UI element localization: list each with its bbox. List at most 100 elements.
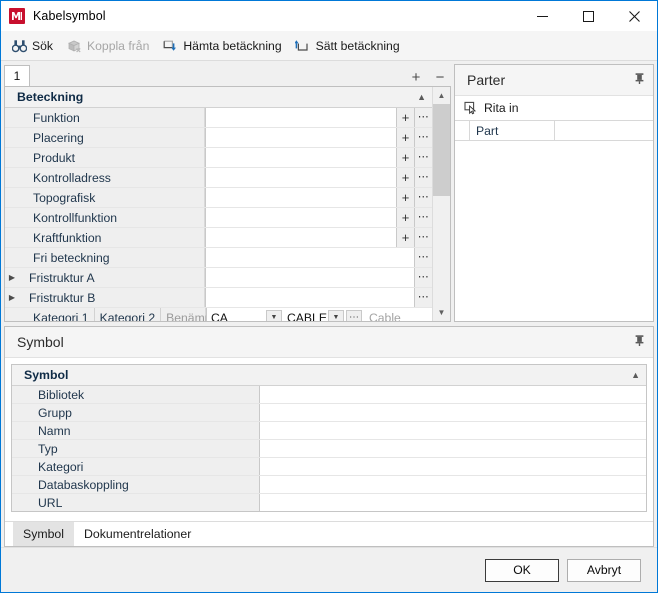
row-browse-button[interactable]: ⋯ [414, 248, 432, 267]
table-row[interactable]: Typ [12, 440, 646, 458]
designation-group-header[interactable]: Beteckning ▲ [5, 87, 432, 108]
toolbar-button-disconnect[interactable]: Koppla från [62, 34, 156, 57]
row-value-cell[interactable]: ⋯ [205, 268, 432, 287]
scroll-down-icon[interactable]: ▼ [433, 304, 450, 321]
category2-combobox[interactable]: CABLE ▼ ⋯ [283, 308, 363, 321]
expand-arrow-icon[interactable]: ▶ [5, 288, 19, 307]
row-browse-button[interactable]: ⋯ [414, 168, 432, 187]
ok-button[interactable]: OK [485, 558, 559, 582]
row-input[interactable] [206, 108, 396, 127]
row-browse-button[interactable]: ⋯ [414, 208, 432, 227]
pin-icon[interactable] [634, 73, 645, 88]
row-add-button[interactable]: + [396, 188, 414, 207]
chevron-down-icon[interactable]: ▼ [266, 310, 282, 321]
symbol-group-header[interactable]: Symbol ▲ [12, 365, 646, 386]
row-browse-button[interactable]: ⋯ [414, 268, 432, 287]
table-row[interactable]: Kontrollfunktion + ⋯ [5, 208, 432, 228]
minimize-button[interactable] [519, 1, 565, 31]
row-input[interactable] [206, 268, 414, 287]
parter-draw-button[interactable]: Rita in [484, 101, 519, 115]
table-row[interactable]: Grupp [12, 404, 646, 422]
row-browse-button[interactable]: ⋯ [414, 108, 432, 127]
table-row[interactable]: ▶ Fristruktur B ⋯ [5, 288, 432, 308]
row-input[interactable] [206, 188, 396, 207]
table-row[interactable]: Kategori [12, 458, 646, 476]
row-browse-button[interactable]: ⋯ [414, 188, 432, 207]
row-add-button[interactable]: + [396, 148, 414, 167]
row-value-cell[interactable]: + ⋯ [205, 128, 432, 147]
remove-designation-button[interactable]: − [433, 70, 447, 85]
designation-tab-1[interactable]: 1 [4, 65, 30, 86]
designation-pane: 1 + − Beteckning ▲ Funktion + ⋯ Placerin… [4, 64, 451, 322]
close-button[interactable] [611, 1, 657, 31]
pin-icon[interactable] [634, 335, 645, 350]
scrollbar-track[interactable] [433, 104, 450, 304]
parter-column-part[interactable]: Part [470, 121, 555, 140]
toolbar-button-search[interactable]: Sök [7, 34, 60, 57]
category1-combobox[interactable]: CA ▼ [207, 308, 283, 321]
row-value-cell[interactable]: + ⋯ [205, 228, 432, 247]
table-row[interactable]: ▶ Fristruktur A ⋯ [5, 268, 432, 288]
row-input[interactable] [260, 440, 646, 457]
tab-dokumentrelationer[interactable]: Dokumentrelationer [74, 522, 201, 546]
table-row[interactable]: Databaskoppling [12, 476, 646, 494]
chevron-up-icon[interactable]: ▲ [417, 92, 426, 102]
category2-browse-button[interactable]: ⋯ [345, 310, 362, 321]
row-input[interactable] [260, 476, 646, 493]
row-browse-button[interactable]: ⋯ [414, 128, 432, 147]
row-add-button[interactable]: + [396, 208, 414, 227]
table-row[interactable]: Funktion + ⋯ [5, 108, 432, 128]
table-row[interactable]: Fri beteckning ⋯ [5, 248, 432, 268]
cancel-button[interactable]: Avbryt [567, 558, 641, 582]
table-row[interactable]: Kontrolladress + ⋯ [5, 168, 432, 188]
row-input[interactable] [260, 386, 646, 403]
table-row[interactable]: Kraftfunktion + ⋯ [5, 228, 432, 248]
maximize-button[interactable] [565, 1, 611, 31]
parter-table-body[interactable] [455, 141, 653, 321]
expand-arrow-icon[interactable]: ▶ [5, 268, 19, 287]
row-add-button[interactable]: + [396, 108, 414, 127]
row-value-cell[interactable]: + ⋯ [205, 148, 432, 167]
row-input[interactable] [260, 458, 646, 475]
add-designation-button[interactable]: + [409, 70, 423, 85]
row-input[interactable] [206, 288, 414, 307]
scroll-up-icon[interactable]: ▲ [433, 87, 450, 104]
row-value-cell[interactable]: + ⋯ [205, 108, 432, 127]
table-row[interactable]: Bibliotek [12, 386, 646, 404]
row-browse-button[interactable]: ⋯ [414, 148, 432, 167]
row-value-cell[interactable]: + ⋯ [205, 208, 432, 227]
row-input[interactable] [206, 128, 396, 147]
description-input[interactable]: Cable [363, 308, 401, 322]
table-row[interactable]: Placering + ⋯ [5, 128, 432, 148]
row-input[interactable] [206, 148, 396, 167]
row-input[interactable] [206, 168, 396, 187]
row-add-button[interactable]: + [396, 128, 414, 147]
scrollbar-thumb[interactable] [433, 104, 450, 196]
row-browse-button[interactable]: ⋯ [414, 288, 432, 307]
category-row[interactable]: Kategori 1 Kategori 2 Benämning CA ▼ CAB… [5, 308, 432, 321]
row-input[interactable] [206, 248, 414, 267]
row-input[interactable] [260, 422, 646, 439]
row-input[interactable] [260, 404, 646, 421]
table-row[interactable]: Produkt + ⋯ [5, 148, 432, 168]
row-input[interactable] [260, 494, 646, 511]
row-value-cell[interactable]: ⋯ [205, 248, 432, 267]
row-add-button[interactable]: + [396, 168, 414, 187]
chevron-down-icon[interactable]: ▼ [327, 310, 344, 321]
table-row[interactable]: Topografisk + ⋯ [5, 188, 432, 208]
row-input[interactable] [206, 208, 396, 227]
table-row[interactable]: URL [12, 494, 646, 511]
row-value-cell[interactable]: + ⋯ [205, 168, 432, 187]
tab-symbol[interactable]: Symbol [13, 522, 75, 546]
row-add-button[interactable]: + [396, 228, 414, 247]
toolbar-button-fetch-designation[interactable]: Hämta betäckning [158, 34, 288, 57]
row-browse-button[interactable]: ⋯ [414, 228, 432, 247]
table-row[interactable]: Namn [12, 422, 646, 440]
row-value-cell[interactable]: ⋯ [205, 288, 432, 307]
row-label: URL [12, 494, 260, 511]
designation-scrollbar[interactable]: ▲ ▼ [432, 87, 450, 321]
row-value-cell[interactable]: + ⋯ [205, 188, 432, 207]
toolbar-button-set-designation[interactable]: Sätt betäckning [291, 34, 407, 57]
row-input[interactable] [206, 228, 396, 247]
chevron-up-icon[interactable]: ▲ [631, 370, 640, 380]
